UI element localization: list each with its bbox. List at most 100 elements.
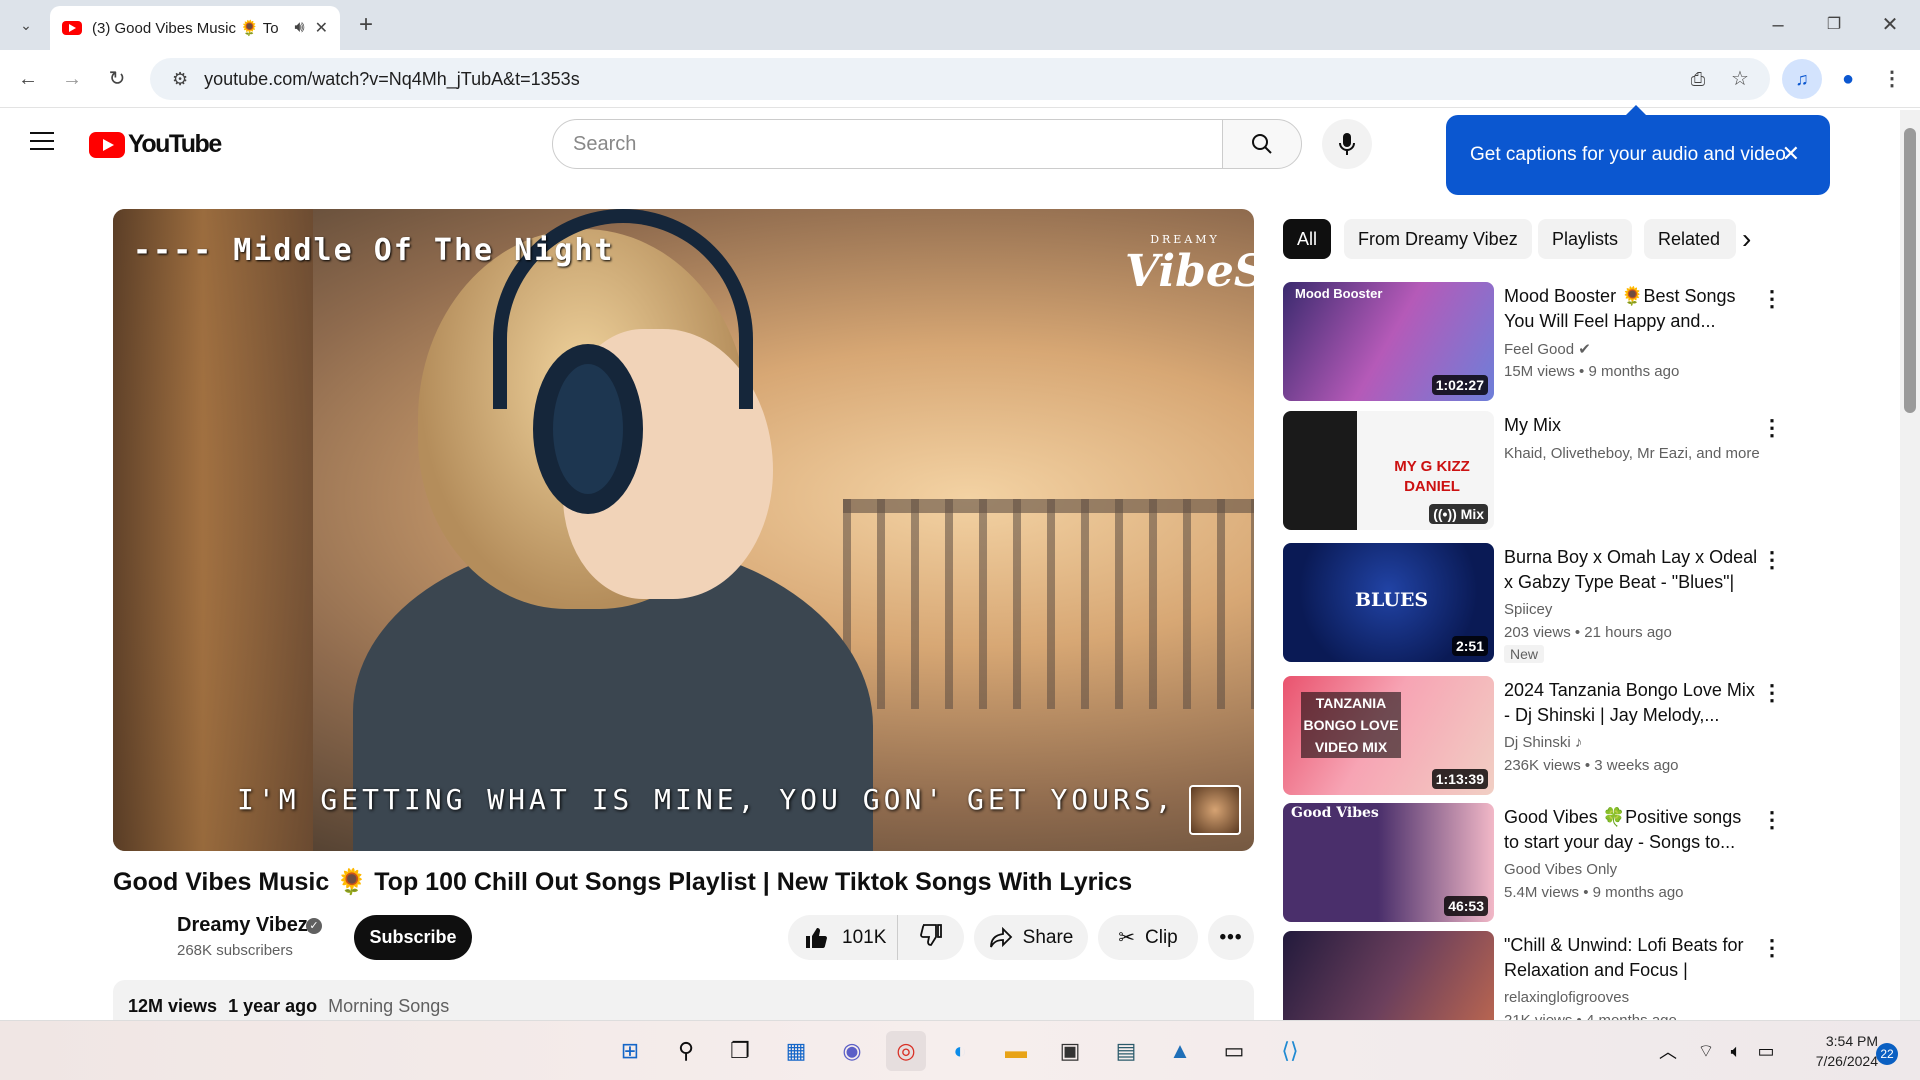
install-app-icon[interactable]: ⎙	[1678, 59, 1718, 99]
speaker-icon[interactable]: 🔊︎	[295, 19, 305, 37]
thumbnail-text: Mood Booster	[1295, 286, 1383, 301]
video-frame-window	[113, 209, 313, 851]
like-button[interactable]: 101K	[788, 915, 898, 960]
microphone-icon	[1339, 133, 1355, 155]
hamburger-menu-icon[interactable]	[30, 132, 54, 150]
battery-icon[interactable]: ▭	[1746, 1031, 1786, 1071]
page-scrollbar[interactable]	[1900, 110, 1920, 1020]
video-thumbnail[interactable]: MY G KIZZ DANIEL ((•)) Mix	[1283, 411, 1494, 530]
edge-icon[interactable]: ◐	[940, 1031, 980, 1071]
window-close-icon[interactable]: ✕	[1870, 5, 1910, 45]
dislike-button[interactable]	[898, 923, 964, 953]
more-vertical-icon[interactable]: ⋮	[1761, 807, 1783, 833]
mix-badge: ((•)) Mix	[1429, 504, 1488, 524]
recommendation-item[interactable]: Mood Booster 1:02:27 Mood Booster 🌻Best …	[1283, 282, 1783, 402]
captions-promo-popup: Get captions for your audio and video ✕	[1446, 105, 1830, 195]
reload-icon[interactable]: ↻	[97, 59, 137, 99]
recommendation-item[interactable]: "Chill & Unwind: Lofi Beats for Relaxati…	[1283, 931, 1783, 1020]
store-icon[interactable]: ▣	[1050, 1031, 1090, 1071]
subscribe-button[interactable]: Subscribe	[354, 915, 472, 960]
share-icon	[989, 926, 1012, 947]
search-input[interactable]: Search	[552, 119, 1224, 169]
clock[interactable]: 3:54 PM 7/26/2024	[1796, 1031, 1878, 1071]
vscode-icon[interactable]: ⟨⟩	[1270, 1031, 1310, 1071]
chip-all[interactable]: All	[1283, 219, 1332, 259]
duration-badge: 2:51	[1451, 636, 1488, 656]
chevron-right-icon[interactable]: ›	[1742, 223, 1751, 255]
recommendation-item[interactable]: MY G KIZZ DANIEL ((•)) Mix My Mix Khaid,…	[1283, 411, 1783, 531]
clip-button[interactable]: ✂ Clip	[1098, 915, 1198, 960]
back-icon[interactable]: ←	[8, 59, 48, 99]
task-view-icon[interactable]: ❐	[720, 1031, 760, 1071]
chrome-icon[interactable]: ◎	[886, 1031, 926, 1071]
recommendation-title: Burna Boy x Omah Lay x Odeal x Gabzy Typ…	[1504, 547, 1758, 592]
more-vertical-icon[interactable]: ⋮	[1761, 286, 1783, 312]
app-icon[interactable]: ▤	[1106, 1031, 1146, 1071]
show-hidden-icons-icon[interactable]: ︿	[1648, 1031, 1688, 1071]
address-bar[interactable]: ⚙ youtube.com/watch?v=Nq4Mh_jTubA&t=1353…	[150, 58, 1770, 100]
restore-icon[interactable]: ❐	[1814, 5, 1854, 45]
channel-name[interactable]: Dreamy Vibez	[177, 914, 308, 937]
profile-icon[interactable]: ●	[1828, 59, 1868, 99]
youtube-logo[interactable]: YouTube	[89, 130, 222, 159]
terminal-icon[interactable]: ▭	[1214, 1031, 1254, 1071]
channel-avatar[interactable]	[113, 914, 157, 958]
like-dislike-group: 101K	[788, 915, 964, 960]
video-thumbnail[interactable]	[1283, 931, 1494, 1020]
recommendation-meta: 236K views • 3 weeks ago	[1504, 757, 1679, 774]
video-player[interactable]: ---- Middle Of The Night DREAMY VibeS I'…	[113, 209, 1254, 851]
minimize-icon[interactable]: –	[1758, 5, 1798, 45]
video-thumbnail[interactable]: Good Vibes 46:53	[1283, 803, 1494, 922]
tab-close-icon[interactable]: ✕	[315, 18, 328, 38]
more-vertical-icon[interactable]: ⋮	[1761, 547, 1783, 573]
chat-icon[interactable]: ◉	[832, 1031, 872, 1071]
new-badge: New	[1504, 645, 1545, 663]
windows-start-icon[interactable]: ⊞	[610, 1031, 650, 1071]
more-actions-button[interactable]: •••	[1208, 915, 1254, 960]
search-icon	[1252, 134, 1272, 154]
new-tab-icon[interactable]: +	[346, 5, 386, 45]
recommendation-item[interactable]: Good Vibes 46:53 Good Vibes 🍀Positive so…	[1283, 803, 1783, 923]
video-overlay-title: ---- Middle Of The Night	[133, 233, 615, 268]
browser-tab[interactable]: (3) Good Vibes Music 🌻 To 🔊︎ ✕	[50, 6, 340, 50]
media-controls-icon[interactable]: ♫	[1782, 59, 1822, 99]
recommendation-channel: Dj Shinski ♪	[1504, 734, 1583, 751]
share-button[interactable]: Share	[974, 915, 1088, 960]
recommendation-item[interactable]: TANZANIA BONGO LOVE VIDEO MIX 1:13:39 20…	[1283, 676, 1783, 796]
chip-playlists[interactable]: Playlists	[1538, 219, 1633, 259]
search-button[interactable]	[1222, 119, 1302, 169]
recommendation-meta: 203 views • 21 hours ago	[1504, 624, 1672, 641]
duration-badge: 1:13:39	[1431, 769, 1488, 789]
more-vertical-icon[interactable]: ⋮	[1761, 680, 1783, 706]
video-tag[interactable]: Morning Songs	[328, 996, 449, 1016]
duration-badge: 1:02:27	[1431, 375, 1488, 395]
video-thumbnail[interactable]: BLUES 2:51	[1283, 543, 1494, 662]
widgets-icon[interactable]: ▦	[776, 1031, 816, 1071]
more-vertical-icon[interactable]: ⋮	[1761, 415, 1783, 441]
browser-toolbar: ← → ↻ ⚙ youtube.com/watch?v=Nq4Mh_jTubA&…	[0, 50, 1920, 108]
video-thumbnail[interactable]: Mood Booster 1:02:27	[1283, 282, 1494, 401]
photos-icon[interactable]: ▲	[1160, 1031, 1200, 1071]
popup-close-icon[interactable]: ✕	[1782, 141, 1800, 167]
forward-icon[interactable]: →	[52, 59, 92, 99]
recommendation-channel: relaxinglofigrooves	[1504, 989, 1630, 1006]
chip-related[interactable]: Related	[1644, 219, 1736, 259]
file-explorer-icon[interactable]: ▬	[996, 1031, 1036, 1071]
notification-count[interactable]: 22	[1876, 1043, 1898, 1065]
scrollbar-thumb[interactable]	[1904, 128, 1916, 413]
site-info-icon[interactable]: ⚙	[172, 69, 188, 90]
chip-from-channel[interactable]: From Dreamy Vibez	[1344, 219, 1532, 259]
chrome-menu-icon[interactable]: ⋮	[1872, 59, 1912, 99]
scissors-icon: ✂	[1118, 927, 1136, 949]
bookmark-star-icon[interactable]: ☆	[1720, 59, 1760, 99]
recommendation-channel: Khaid, Olivetheboy, Mr Eazi, and more	[1504, 445, 1760, 462]
browser-tab-strip: ⌄ (3) Good Vibes Music 🌻 To 🔊︎ ✕ + – ❐ ✕	[0, 0, 1920, 50]
search-icon[interactable]: ⚲	[666, 1031, 706, 1071]
tab-search-icon[interactable]: ⌄	[6, 5, 46, 45]
more-vertical-icon[interactable]: ⋮	[1761, 935, 1783, 961]
video-thumbnail[interactable]: TANZANIA BONGO LOVE VIDEO MIX 1:13:39	[1283, 676, 1494, 795]
recommendation-item[interactable]: BLUES 2:51 Burna Boy x Omah Lay x Odeal …	[1283, 543, 1783, 663]
channel-branding-badge[interactable]	[1189, 785, 1241, 835]
recommendation-channel: Feel Good ✔	[1504, 341, 1591, 358]
voice-search-button[interactable]	[1322, 119, 1372, 169]
